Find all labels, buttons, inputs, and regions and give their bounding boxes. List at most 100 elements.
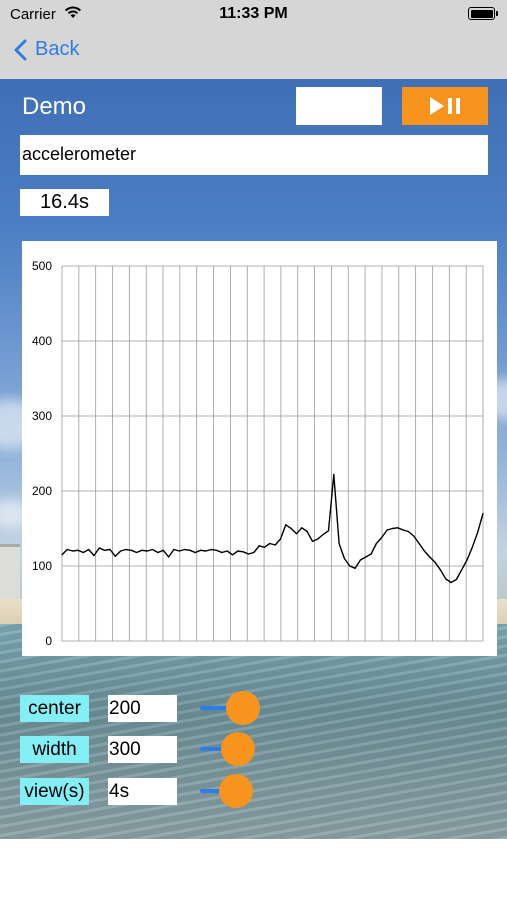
data-point bbox=[125, 548, 127, 551]
data-point bbox=[130, 549, 132, 551]
data-point bbox=[333, 473, 335, 476]
data-point bbox=[370, 553, 372, 555]
data-point bbox=[397, 527, 399, 529]
data-point bbox=[183, 548, 186, 551]
chevron-left-icon bbox=[14, 39, 27, 60]
y-tick-label: 0 bbox=[45, 634, 52, 648]
y-tick-label: 500 bbox=[32, 259, 52, 273]
data-point bbox=[173, 548, 175, 551]
data-point bbox=[402, 529, 404, 531]
data-point bbox=[82, 551, 84, 554]
data-point bbox=[434, 561, 436, 563]
data-point bbox=[269, 542, 271, 545]
data-point bbox=[423, 550, 425, 552]
play-pause-icon bbox=[430, 97, 460, 115]
data-point bbox=[375, 542, 378, 545]
data-point bbox=[461, 569, 463, 571]
data-point bbox=[162, 549, 164, 551]
data-point bbox=[386, 529, 388, 531]
blank-input-field[interactable] bbox=[296, 87, 382, 125]
data-point bbox=[349, 565, 351, 567]
data-point bbox=[418, 542, 420, 545]
data-point bbox=[290, 527, 292, 530]
width-input[interactable]: 300 bbox=[108, 736, 177, 763]
data-point bbox=[429, 556, 431, 558]
center-slider[interactable] bbox=[200, 691, 290, 725]
data-point bbox=[231, 554, 234, 556]
data-point bbox=[477, 531, 479, 533]
view-seconds-label: view(s) bbox=[20, 778, 89, 805]
bottom-area bbox=[0, 839, 507, 900]
data-point bbox=[167, 556, 170, 558]
y-tick-label: 200 bbox=[32, 484, 52, 498]
data-point bbox=[93, 554, 95, 557]
data-point bbox=[109, 548, 111, 551]
view-seconds-slider[interactable] bbox=[200, 774, 290, 808]
data-point bbox=[279, 538, 282, 540]
data-point bbox=[445, 578, 447, 580]
y-tick-label: 100 bbox=[32, 559, 52, 573]
data-point bbox=[482, 512, 484, 515]
data-point bbox=[365, 556, 367, 558]
data-point bbox=[306, 530, 308, 533]
data-point bbox=[72, 550, 74, 552]
data-point bbox=[253, 551, 255, 554]
play-pause-button[interactable] bbox=[402, 87, 488, 125]
data-point bbox=[215, 549, 218, 551]
data-point bbox=[439, 569, 441, 571]
slider-thumb[interactable] bbox=[218, 774, 253, 808]
data-point bbox=[221, 551, 223, 554]
elapsed-time: 16.4s bbox=[20, 189, 109, 216]
clock: 11:33 PM bbox=[219, 5, 288, 22]
sensor-name-field[interactable]: accelerometer bbox=[20, 135, 488, 175]
data-point bbox=[66, 548, 68, 551]
y-tick-label: 300 bbox=[32, 409, 52, 423]
data-point bbox=[258, 545, 260, 547]
data-point bbox=[455, 578, 457, 581]
data-point bbox=[450, 581, 452, 584]
data-point bbox=[151, 548, 154, 551]
slider-thumb[interactable] bbox=[226, 691, 260, 725]
data-point bbox=[199, 549, 202, 551]
data-point bbox=[338, 542, 340, 545]
data-point bbox=[407, 530, 409, 533]
data-point bbox=[327, 530, 330, 532]
data-point bbox=[136, 551, 138, 554]
data-point bbox=[295, 533, 298, 535]
data-point bbox=[263, 546, 266, 548]
data-point bbox=[114, 555, 116, 557]
data-point bbox=[311, 540, 314, 542]
data-point bbox=[146, 550, 148, 552]
data-point bbox=[141, 549, 143, 551]
data-point bbox=[274, 544, 276, 546]
center-input[interactable]: 200 bbox=[108, 695, 177, 722]
data-point bbox=[88, 548, 90, 551]
data-point bbox=[157, 551, 159, 554]
page-title: Demo bbox=[22, 93, 87, 120]
back-label: Back bbox=[35, 38, 80, 60]
view-seconds-input[interactable]: 4s bbox=[108, 778, 177, 805]
data-point bbox=[237, 550, 239, 552]
width-slider[interactable] bbox=[200, 732, 290, 766]
data-point bbox=[98, 547, 100, 549]
battery-icon bbox=[468, 7, 498, 20]
data-point bbox=[120, 550, 122, 552]
data-point bbox=[471, 546, 473, 548]
back-button[interactable]: Back bbox=[14, 38, 79, 61]
chart-svg: 0 100 200 300 400 500 bbox=[32, 259, 484, 648]
data-point bbox=[104, 549, 106, 551]
data-point bbox=[226, 550, 228, 552]
y-tick-label: 400 bbox=[32, 334, 52, 348]
data-point bbox=[285, 524, 287, 526]
data-point bbox=[210, 548, 212, 551]
slider-thumb[interactable] bbox=[221, 732, 255, 766]
data-point bbox=[322, 533, 324, 536]
data-point bbox=[194, 551, 196, 554]
sensor-chart: 0 100 200 300 400 500 bbox=[22, 241, 497, 656]
data-point bbox=[61, 554, 63, 556]
data-point bbox=[343, 557, 346, 560]
data-point bbox=[466, 559, 468, 561]
data-point bbox=[178, 550, 180, 552]
data-point bbox=[359, 559, 362, 561]
data-point bbox=[301, 527, 303, 529]
